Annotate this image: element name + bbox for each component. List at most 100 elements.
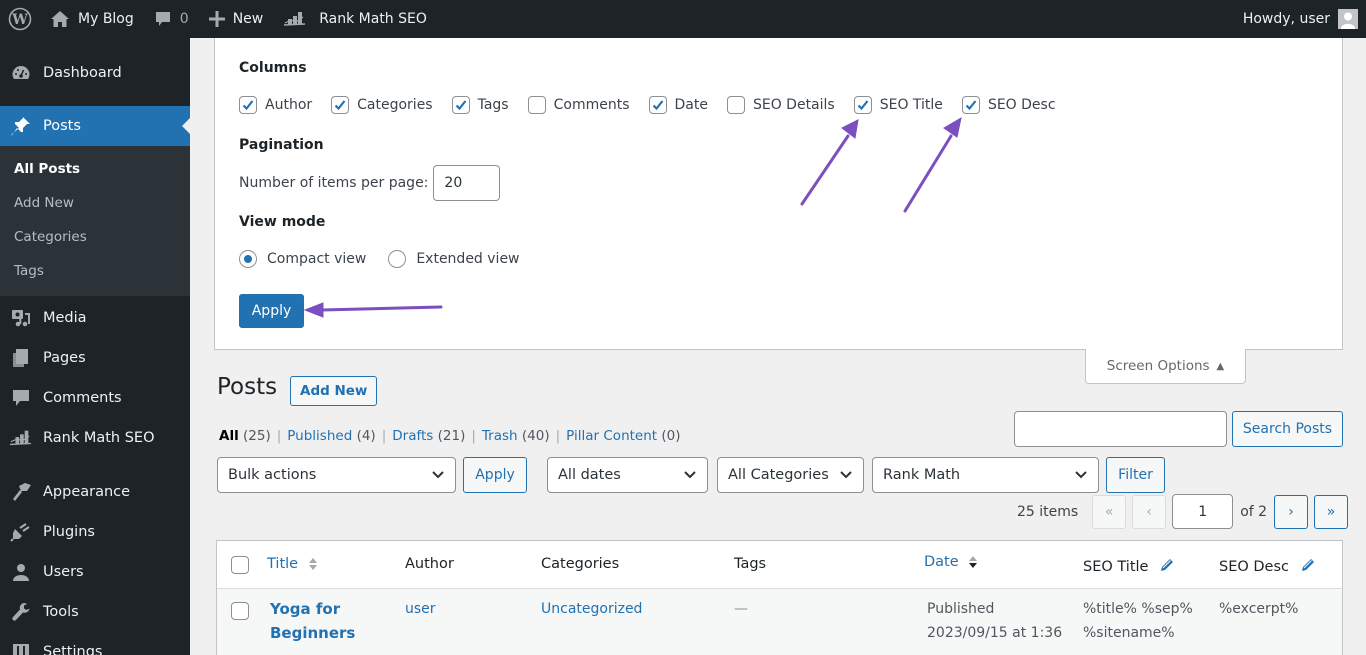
view-mode-legend: View mode [239,214,326,230]
chevron-down-icon [839,470,853,480]
sidebar-item-pages[interactable]: Pages [0,338,190,378]
submenu-add-new[interactable]: Add New [0,186,190,220]
sidebar-item-users[interactable]: Users [0,552,190,592]
pencil-icon[interactable] [1158,556,1176,578]
site-name-link[interactable]: My Blog [40,0,144,38]
screen-options-panel: Columns Author Categories Tags Comments … [214,38,1343,350]
prev-page-button[interactable]: ‹ [1132,494,1167,529]
new-content-button[interactable]: New [199,0,274,38]
submenu-categories[interactable]: Categories [0,220,190,254]
sidebar-item-rank-math[interactable]: Rank Math SEO [0,418,190,458]
search-posts-button[interactable]: Search Posts [1232,411,1343,447]
row-checkbox[interactable] [231,602,249,620]
items-count: 25 items [1017,503,1079,520]
column-toggle-seo-details[interactable]: SEO Details [726,96,835,114]
checkbox[interactable] [961,96,980,114]
radio-button[interactable] [239,250,257,268]
first-page-button[interactable]: « [1092,494,1127,529]
column-toggle-seo-desc[interactable]: SEO Desc [961,96,1056,114]
column-toggle-comments[interactable]: Comments [527,96,630,114]
sort-desc-icon [968,554,978,570]
sidebar-item-media[interactable]: Media [0,298,190,338]
checkbox[interactable] [331,96,350,114]
select-value: Bulk actions [228,467,317,483]
screen-options-apply-button[interactable]: Apply [239,294,304,328]
select-all-checkbox[interactable] [231,556,249,574]
avatar [1338,9,1358,29]
sidebar-item-label: Plugins [43,524,95,540]
bulk-apply-button[interactable]: Apply [463,457,527,493]
sidebar-item-label: Users [43,564,84,580]
pencil-icon[interactable] [1299,556,1317,578]
checkbox-label: SEO Title [879,97,943,113]
column-toggle-date[interactable]: Date [648,96,708,114]
media-icon [10,307,32,329]
column-toggle-categories[interactable]: Categories [331,96,433,114]
post-title-link[interactable]: Yoga for Beginners [270,597,355,645]
checkbox-label: Tags [477,97,509,113]
submenu-all-posts[interactable]: All Posts [0,152,190,186]
search-posts-input[interactable] [1014,411,1227,447]
filter-pillar-content[interactable]: Pillar Content (0) [566,428,680,444]
sidebar-item-label: Comments [43,390,122,406]
bulk-actions-select[interactable]: Bulk actions [217,457,456,493]
rank-math-menu[interactable]: Rank Math SEO [273,0,437,38]
checkbox-label: Comments [553,97,630,113]
pages-icon [10,347,32,369]
checkbox[interactable] [527,96,546,114]
add-new-button[interactable]: Add New [290,376,378,406]
sidebar-item-appearance[interactable]: Appearance [0,472,190,512]
pin-icon [10,115,32,137]
comments-icon [10,387,32,409]
sidebar-item-label: Posts [43,118,81,134]
filter-button[interactable]: Filter [1106,457,1165,493]
rank-math-icon [283,11,307,27]
next-page-button[interactable]: › [1274,494,1309,529]
checkbox[interactable] [853,96,872,114]
sidebar-item-plugins[interactable]: Plugins [0,512,190,552]
filter-trash[interactable]: Trash (40) [482,428,550,444]
filter-published[interactable]: Published (4) [287,428,375,444]
checkbox[interactable] [648,96,667,114]
sort-icon [308,556,318,572]
sidebar-item-comments[interactable]: Comments [0,378,190,418]
rank-math-filter-select[interactable]: Rank Math [872,457,1099,493]
sidebar-item-dashboard[interactable]: Dashboard [0,54,190,92]
last-page-button[interactable]: » [1314,494,1349,529]
filter-all[interactable]: All (25) [219,428,271,444]
sidebar-item-label: Media [43,310,87,326]
checkbox[interactable] [451,96,470,114]
column-header-date[interactable]: Date [924,554,978,570]
view-mode-extended[interactable]: Extended view [388,250,520,268]
post-author-link[interactable]: user [405,597,436,621]
column-header-title[interactable]: Title [267,556,318,572]
checkbox[interactable] [239,96,257,114]
column-toggle-tags[interactable]: Tags [451,96,509,114]
filter-drafts[interactable]: Drafts (21) [392,428,465,444]
wordpress-logo-button[interactable]: W [0,0,40,38]
checkbox[interactable] [726,96,745,114]
screen-options-toggle[interactable]: Screen Options ▲ [1085,349,1246,384]
howdy-greeting: Howdy, user [1242,11,1330,27]
checkbox-label: Author [265,97,313,113]
column-toggle-author[interactable]: Author [239,96,312,114]
submenu-tags[interactable]: Tags [0,254,190,288]
comments-link[interactable]: 0 [144,0,199,38]
post-category-link[interactable]: Uncategorized [541,597,642,621]
current-page-input[interactable] [1172,494,1234,529]
sidebar-item-tools[interactable]: Tools [0,592,190,632]
per-page-input[interactable] [433,165,501,201]
sidebar-item-posts[interactable]: Posts [0,106,190,146]
view-mode-compact[interactable]: Compact view [239,250,366,268]
column-header-author: Author [405,556,454,572]
posts-submenu: All Posts Add New Categories Tags [0,146,190,296]
dates-filter-select[interactable]: All dates [547,457,708,493]
chevron-down-icon [1074,470,1088,480]
radio-button[interactable] [388,250,407,268]
categories-filter-select[interactable]: All Categories [717,457,864,493]
pagination: 25 items « ‹ of 2 › » [1017,494,1349,529]
column-toggle-seo-title[interactable]: SEO Title [853,96,943,114]
sidebar-item-settings[interactable]: Settings [0,632,190,655]
checkbox-label: SEO Desc [987,97,1056,113]
my-account-menu[interactable]: Howdy, user [1243,9,1366,29]
